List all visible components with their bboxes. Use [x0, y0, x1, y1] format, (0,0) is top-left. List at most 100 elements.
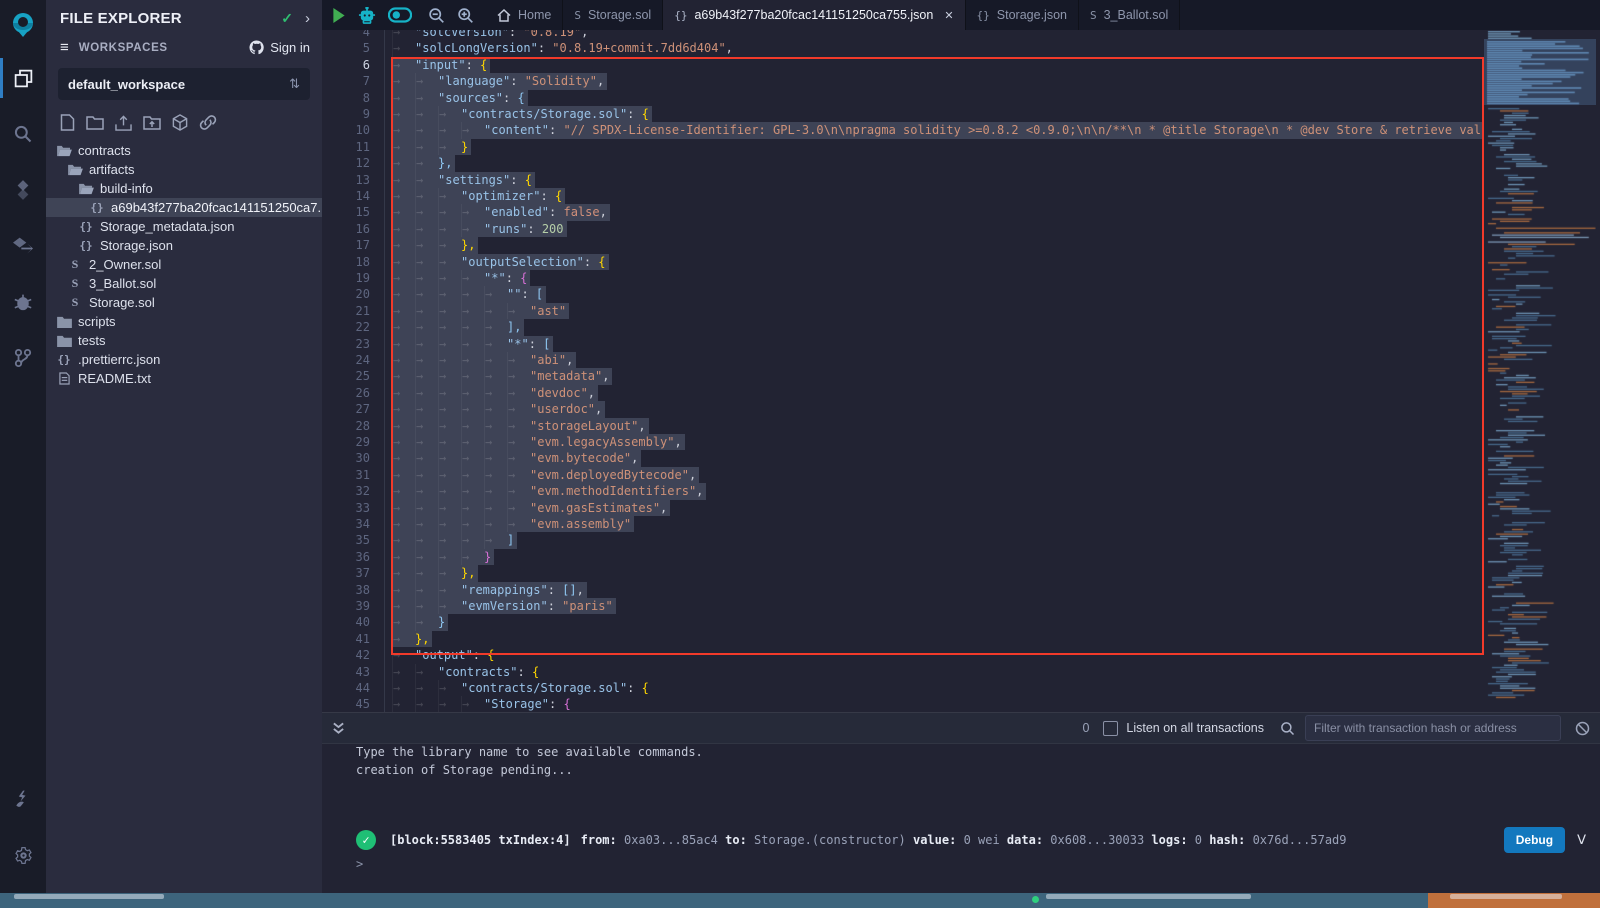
- sign-in-button[interactable]: Sign in: [249, 40, 310, 55]
- tree-item-storage-metadata-json[interactable]: {}Storage_metadata.json: [46, 217, 322, 236]
- search-icon[interactable]: [0, 106, 46, 162]
- workspace-sort-icon[interactable]: ⇅: [289, 76, 300, 92]
- code-line-15: →→→→"enabled": false,: [392, 204, 1484, 220]
- ipfs-box-icon[interactable]: [172, 114, 188, 131]
- terminal-prompt[interactable]: >: [356, 857, 363, 871]
- line-number: 23: [322, 336, 370, 353]
- code-line-17: →→→},: [392, 237, 1484, 253]
- tab-home[interactable]: Home: [486, 0, 563, 30]
- listen-checkbox[interactable]: [1103, 721, 1118, 736]
- line-number: 12: [322, 155, 370, 172]
- terminal-output[interactable]: Type the library name to see available c…: [322, 743, 1600, 893]
- terminal-search-icon[interactable]: [1280, 721, 1295, 736]
- tab-a69b43f277ba20fcac141151250ca755-json[interactable]: {}a69b43f277ba20fcac141151250ca755.json✕: [663, 0, 965, 30]
- json-file-icon: {}: [674, 9, 687, 22]
- solidity-icon: S: [67, 257, 83, 272]
- line-number: 18: [322, 254, 370, 271]
- ai-assistant-icon[interactable]: [358, 7, 376, 24]
- code-editor[interactable]: 4567891011121314151617181920212223242526…: [322, 30, 1600, 712]
- remix-logo-icon[interactable]: [0, 0, 46, 50]
- git-icon[interactable]: [0, 330, 46, 386]
- run-script-icon[interactable]: [332, 8, 346, 23]
- json-icon: {}: [56, 353, 72, 366]
- tree-item-contracts[interactable]: contracts: [46, 141, 322, 160]
- code-line-41: →},: [392, 631, 1484, 647]
- file-tree: contractsartifactsbuild-info{}a69b43f277…: [46, 141, 322, 388]
- line-number: 44: [322, 680, 370, 697]
- tab-label: Home: [518, 8, 551, 22]
- code-line-6: →"input": {: [392, 57, 1484, 73]
- editor-tabbar: Home SStorage.sol{}a69b43f277ba20fcac1411…: [322, 0, 1600, 31]
- tree-item-storage-json[interactable]: {}Storage.json: [46, 236, 322, 255]
- zoom-in-icon[interactable]: [457, 7, 474, 24]
- line-number: 40: [322, 614, 370, 631]
- tab-storage-sol[interactable]: SStorage.sol: [563, 0, 663, 30]
- tx-block-label: [block:5583405 txIndex:4]: [390, 833, 571, 847]
- settings-gear-icon[interactable]: [0, 827, 46, 883]
- tx-fields: from: 0xa03...85ac4 to: Storage.(constru…: [581, 833, 1347, 847]
- code-line-32: →→→→→→"evm.methodIdentifiers",: [392, 483, 1484, 499]
- tree-item-a69b43f277ba20fcac141151250ca7[interactable]: {}a69b43f277ba20fcac141151250ca7...: [46, 198, 322, 217]
- tab-3-ballot-sol[interactable]: S3_Ballot.sol: [1079, 0, 1180, 30]
- solidity-compiler-icon[interactable]: [0, 162, 46, 218]
- code-line-21: →→→→→→"ast": [392, 303, 1484, 319]
- code-line-16: →→→→"runs": 200: [392, 221, 1484, 237]
- link-icon[interactable]: [199, 115, 217, 130]
- line-number: 9: [322, 106, 370, 123]
- workspace-select[interactable]: default_workspace ⇅: [58, 68, 310, 100]
- minimap[interactable]: [1484, 30, 1596, 712]
- tab-storage-json[interactable]: {}Storage.json: [966, 0, 1079, 30]
- expand-terminal-icon[interactable]: [332, 721, 345, 735]
- transaction-row[interactable]: ✓ [block:5583405 txIndex:4]from: 0xa03..…: [356, 827, 1586, 853]
- line-number: 43: [322, 664, 370, 681]
- file-explorer-icon[interactable]: [0, 50, 46, 106]
- line-number: 16: [322, 221, 370, 238]
- deploy-run-icon[interactable]: [0, 218, 46, 274]
- tree-item-readme-txt[interactable]: README.txt: [46, 369, 322, 388]
- transaction-filter-input[interactable]: [1305, 715, 1561, 741]
- tree-item-label: 2_Owner.sol: [89, 257, 161, 272]
- chevron-right-icon[interactable]: ›: [305, 10, 310, 27]
- line-number: 31: [322, 467, 370, 484]
- minimap-viewport[interactable]: [1484, 39, 1596, 105]
- tree-item-storage-sol[interactable]: SStorage.sol: [46, 293, 322, 312]
- status-alert-segment[interactable]: [1428, 893, 1600, 908]
- code-line-18: →→→"outputSelection": {: [392, 254, 1484, 270]
- new-file-icon[interactable]: [60, 114, 75, 131]
- line-number: 27: [322, 401, 370, 418]
- close-tab-icon[interactable]: ✕: [944, 9, 953, 22]
- line-number: 14: [322, 188, 370, 205]
- check-icon: ✓: [281, 10, 293, 27]
- folder-open-icon: [56, 145, 72, 157]
- main-area: Home SStorage.sol{}a69b43f277ba20fcac1411…: [322, 0, 1600, 893]
- tree-item-build-info[interactable]: build-info: [46, 179, 322, 198]
- tree-item-label: .prettierrc.json: [78, 352, 160, 367]
- plugin-manager-icon[interactable]: [0, 771, 46, 827]
- tree-item-2-owner-sol[interactable]: S 2_Owner.sol: [46, 255, 322, 274]
- hamburger-menu-icon[interactable]: ≡: [60, 39, 69, 56]
- tree-item-tests[interactable]: tests: [46, 331, 322, 350]
- code-line-13: →→"settings": {: [392, 172, 1484, 188]
- toggle-on-icon[interactable]: [388, 7, 412, 23]
- code-line-42: →"output": {: [392, 647, 1484, 663]
- folder-icon: [56, 335, 72, 347]
- debug-button[interactable]: Debug: [1504, 827, 1565, 853]
- tree-item-scripts[interactable]: scripts: [46, 312, 322, 331]
- upload-folder-icon[interactable]: [143, 115, 161, 130]
- status-text-left: [14, 894, 164, 899]
- tree-item-label: 3_Ballot.sol: [89, 276, 156, 291]
- tree-item-artifacts[interactable]: artifacts: [46, 160, 322, 179]
- upload-file-icon[interactable]: [115, 115, 132, 131]
- code-line-7: →→"language": "Solidity",: [392, 73, 1484, 89]
- expand-tx-icon[interactable]: ᐯ: [1577, 833, 1586, 848]
- code-line-25: →→→→→→"metadata",: [392, 368, 1484, 384]
- new-folder-icon[interactable]: [86, 115, 104, 130]
- tree-item-3-ballot-sol[interactable]: S3_Ballot.sol: [46, 274, 322, 293]
- clear-console-icon[interactable]: [1575, 721, 1590, 736]
- debugger-icon[interactable]: [0, 274, 46, 330]
- zoom-out-icon[interactable]: [428, 7, 445, 24]
- code-line-40: →→}: [392, 614, 1484, 630]
- code-line-8: →→"sources": {: [392, 90, 1484, 106]
- tree-item-prettierrc-json[interactable]: {} .prettierrc.json: [46, 350, 322, 369]
- code-line-44: →→→"contracts/Storage.sol": {: [392, 680, 1484, 696]
